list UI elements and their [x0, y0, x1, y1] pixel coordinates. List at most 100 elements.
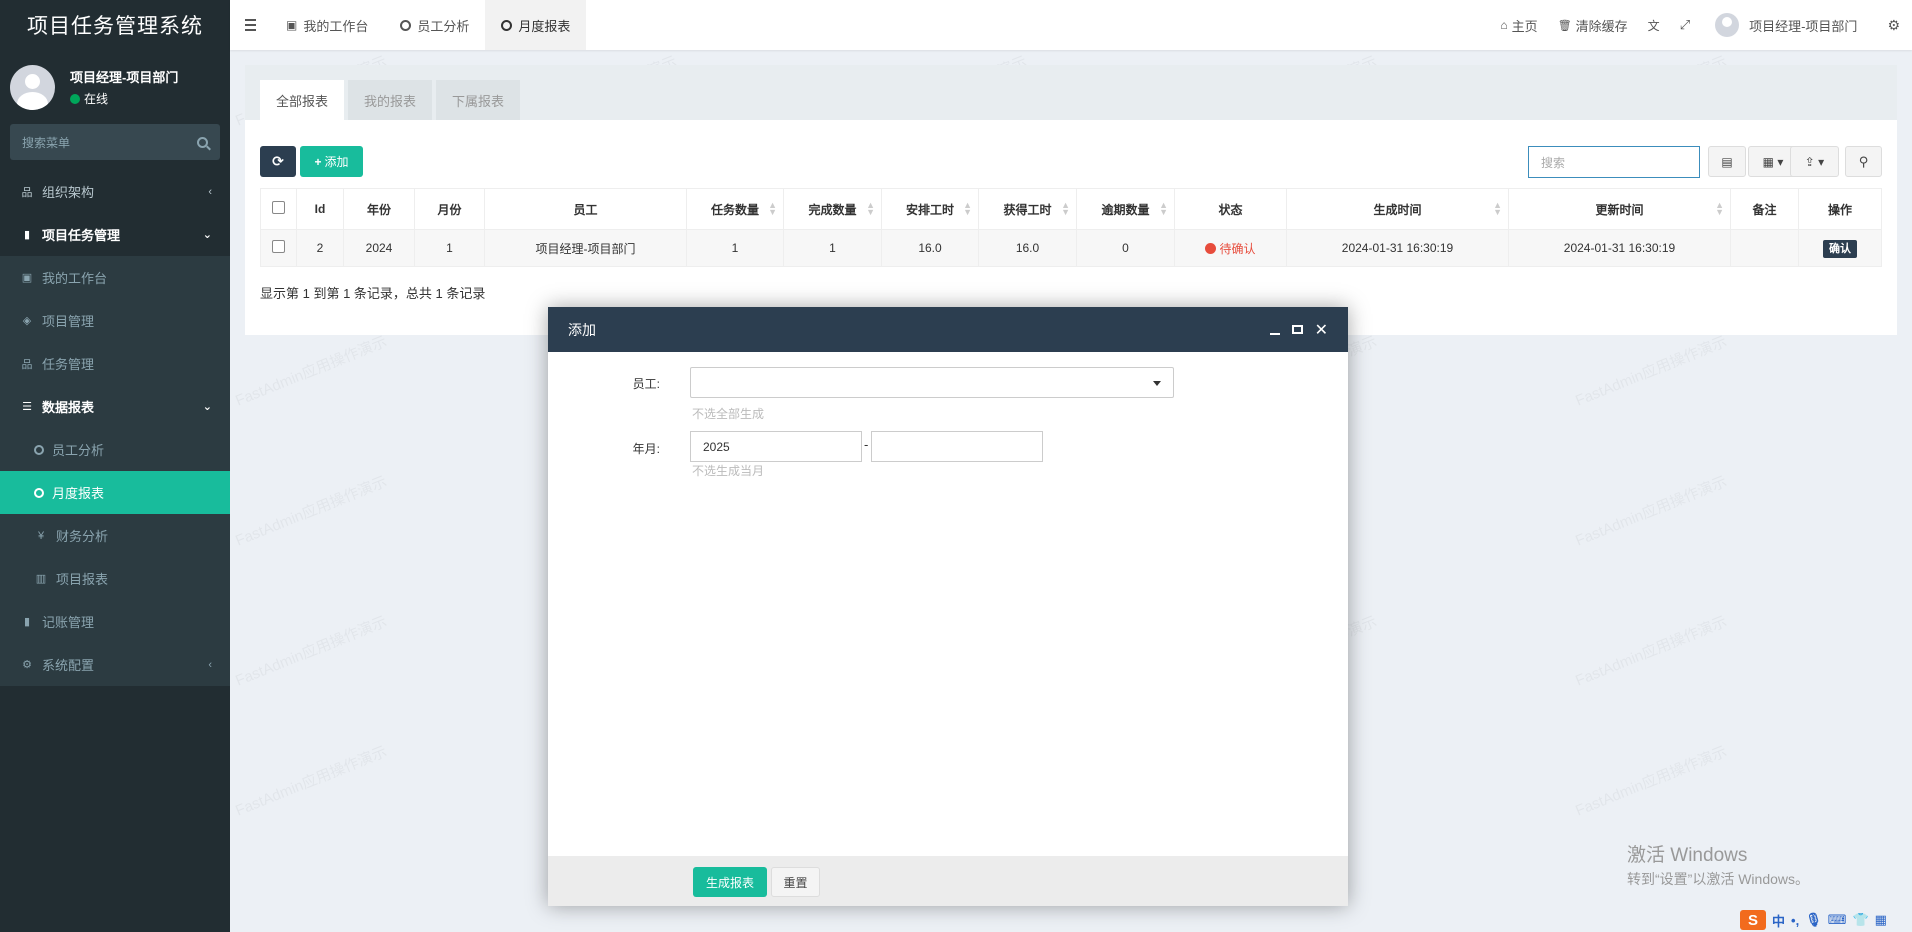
tab-monthly-report[interactable]: 月度报表: [485, 0, 587, 50]
sidebar: 项目任务管理系统 项目经理-项目部门 在线 搜索菜单 品 组织架构 ‹ ▮ 项目…: [0, 0, 230, 932]
generate-report-button[interactable]: 生成报表: [693, 867, 767, 897]
cell-updated: 2024-01-31 16:30:19: [1508, 229, 1731, 267]
select-all-checkbox[interactable]: [260, 188, 297, 230]
sidebar-item-project-report[interactable]: ▥ 项目报表: [0, 557, 230, 600]
sidebar-item-settings[interactable]: ⚙ 系统配置 ‹: [0, 643, 230, 686]
minimize-icon[interactable]: [1269, 332, 1280, 335]
close-icon[interactable]: ✕: [1315, 320, 1328, 340]
sidebar-item-projects[interactable]: ◈ 项目管理: [0, 299, 230, 342]
sogou-logo-icon[interactable]: S: [1740, 910, 1766, 930]
windows-activation-notice: 激活 Windows 转到“设置”以激活 Windows。: [1627, 845, 1810, 887]
col-status[interactable]: 状态: [1174, 188, 1287, 230]
dialog-header[interactable]: 添加 ✕: [548, 307, 1348, 352]
maximize-icon[interactable]: [1291, 325, 1303, 334]
yen-icon: ¥: [37, 529, 45, 542]
tab-all-reports[interactable]: 全部报表: [260, 80, 345, 120]
tab-subordinate-reports[interactable]: 下属报表: [436, 80, 521, 120]
cogs-icon: ⚙: [22, 659, 32, 671]
col-remark[interactable]: 备注: [1730, 188, 1799, 230]
col-employee[interactable]: 员工: [484, 188, 687, 230]
col-id[interactable]: Id: [296, 188, 344, 230]
year-input[interactable]: 2025: [690, 431, 862, 462]
cell-earned-hours: 16.0: [978, 229, 1077, 267]
punctuation-icon[interactable]: •,: [1791, 913, 1799, 928]
ime-language[interactable]: 中: [1772, 911, 1785, 930]
microphone-icon[interactable]: 🎙: [1805, 912, 1822, 928]
refresh-button[interactable]: ⟳: [260, 146, 296, 177]
chevron-down-icon: ⌄: [202, 229, 212, 241]
row-checkbox[interactable]: [260, 229, 297, 267]
home-link[interactable]: ⌂ 主页: [1490, 0, 1547, 50]
sidebar-item-finance-analysis[interactable]: ¥ 财务分析: [0, 514, 230, 557]
toggle-view-button[interactable]: ▤: [1708, 146, 1746, 177]
watermark: FastAdmin应用操作演示: [1572, 610, 1730, 690]
toolbox-icon[interactable]: ▦: [1875, 912, 1887, 928]
user-menu[interactable]: 项目经理-项目部门: [1700, 0, 1877, 50]
list-icon: ☰: [22, 401, 32, 413]
col-earned-hours[interactable]: 获得工时 ▲ ▼: [978, 188, 1077, 230]
tab-workbench[interactable]: ▣ 我的工作台: [270, 0, 384, 50]
sidebar-item-accounting[interactable]: ▮ 记账管理: [0, 600, 230, 643]
table-row[interactable]: 2 2024 1 项目经理-项目部门 1 1 16.0 16.0 0 待确认 2…: [260, 229, 1882, 267]
month-input[interactable]: [871, 431, 1043, 462]
reset-button[interactable]: 重置: [771, 867, 820, 897]
confirm-button[interactable]: 确认: [1823, 240, 1857, 258]
col-updated[interactable]: 更新时间 ▲ ▼: [1508, 188, 1731, 230]
pagination-info: 显示第 1 到第 1 条记录，总共 1 条记录: [260, 286, 486, 301]
sidebar-item-org[interactable]: 品 组织架构 ‹: [0, 170, 230, 213]
app-title[interactable]: 项目任务管理系统: [0, 0, 230, 50]
add-button[interactable]: + 添加: [300, 146, 363, 177]
cell-year: 2024: [343, 229, 415, 267]
year-month-row: 年月: 2025 - 不选生成当月: [548, 431, 1348, 491]
gear-icon[interactable]: ⚙: [1877, 0, 1912, 50]
advanced-search-button[interactable]: ⚲: [1845, 146, 1882, 177]
top-navbar: ▣ 我的工作台 员工分析 月度报表 ⌂ 主页 🗑 清除缓存 文 ⤢ 项目经理-项…: [230, 0, 1912, 50]
language-icon[interactable]: 文: [1638, 0, 1670, 50]
skin-icon[interactable]: 👕: [1852, 912, 1868, 928]
employee-select[interactable]: [690, 367, 1174, 398]
sort-icon: ▲ ▼: [1061, 200, 1070, 217]
cell-done-count: 1: [783, 229, 882, 267]
caret-down-icon: [1153, 381, 1161, 386]
col-overdue[interactable]: 逾期数量 ▲ ▼: [1076, 188, 1175, 230]
keyboard-icon[interactable]: ⌨: [1828, 912, 1847, 928]
col-year[interactable]: 年份: [343, 188, 415, 230]
circle-icon: [34, 487, 44, 498]
sidebar-item-reports[interactable]: ☰ 数据报表 ⌄: [0, 385, 230, 428]
year-month-help: 不选生成当月: [692, 464, 765, 478]
calendar-check-icon: ▣: [21, 272, 33, 284]
online-dot-icon: [70, 93, 80, 104]
sidebar-item-project-task[interactable]: ▮ 项目任务管理 ⌄: [0, 213, 230, 256]
sort-icon: ▲ ▼: [1493, 200, 1502, 217]
watermark: FastAdmin应用操作演示: [232, 740, 390, 820]
sidebar-item-monthly-report[interactable]: 月度报表: [0, 471, 230, 514]
cell-status: 待确认: [1174, 229, 1287, 267]
trash-icon: 🗑: [1557, 19, 1572, 32]
sidebar-item-tasks[interactable]: 品 任务管理: [0, 342, 230, 385]
col-task-count[interactable]: 任务数量 ▲ ▼: [686, 188, 784, 230]
avatar: [10, 64, 55, 110]
user-status: 在线: [70, 90, 178, 107]
sidebar-item-employee-analysis[interactable]: 员工分析: [0, 428, 230, 471]
tab-employee-analysis[interactable]: 员工分析: [384, 0, 485, 50]
plus-icon: +: [314, 154, 322, 169]
col-planned-hours[interactable]: 安排工时 ▲ ▼: [881, 188, 979, 230]
menu-search-input[interactable]: 搜索菜单: [10, 124, 220, 160]
table-icon: ▤: [1721, 154, 1733, 169]
report-tabs: 全部报表 我的报表 下属报表: [245, 65, 1897, 120]
clear-cache-button[interactable]: 🗑 清除缓存: [1548, 0, 1638, 50]
circle-icon: [501, 19, 513, 31]
user-panel: 项目经理-项目部门 在线: [0, 50, 230, 124]
col-month[interactable]: 月份: [414, 188, 485, 230]
fullscreen-icon[interactable]: ⤢: [1670, 0, 1700, 50]
col-created[interactable]: 生成时间 ▲ ▼: [1286, 188, 1509, 230]
col-done-count[interactable]: 完成数量 ▲ ▼: [783, 188, 882, 230]
table-search-input[interactable]: 搜索: [1528, 146, 1700, 178]
tab-my-reports[interactable]: 我的报表: [348, 80, 433, 120]
export-button[interactable]: ⇪ ▾: [1790, 146, 1839, 177]
sidebar-toggle-icon[interactable]: [230, 0, 270, 50]
sidebar-item-workbench[interactable]: ▣ 我的工作台: [0, 256, 230, 299]
cell-planned-hours: 16.0: [881, 229, 979, 267]
search-icon[interactable]: [197, 136, 208, 148]
add-dialog: 添加 ✕ 员工: 不选全部生成 年月: 2025 - 不选生成当月 生成报表 重…: [548, 307, 1348, 906]
